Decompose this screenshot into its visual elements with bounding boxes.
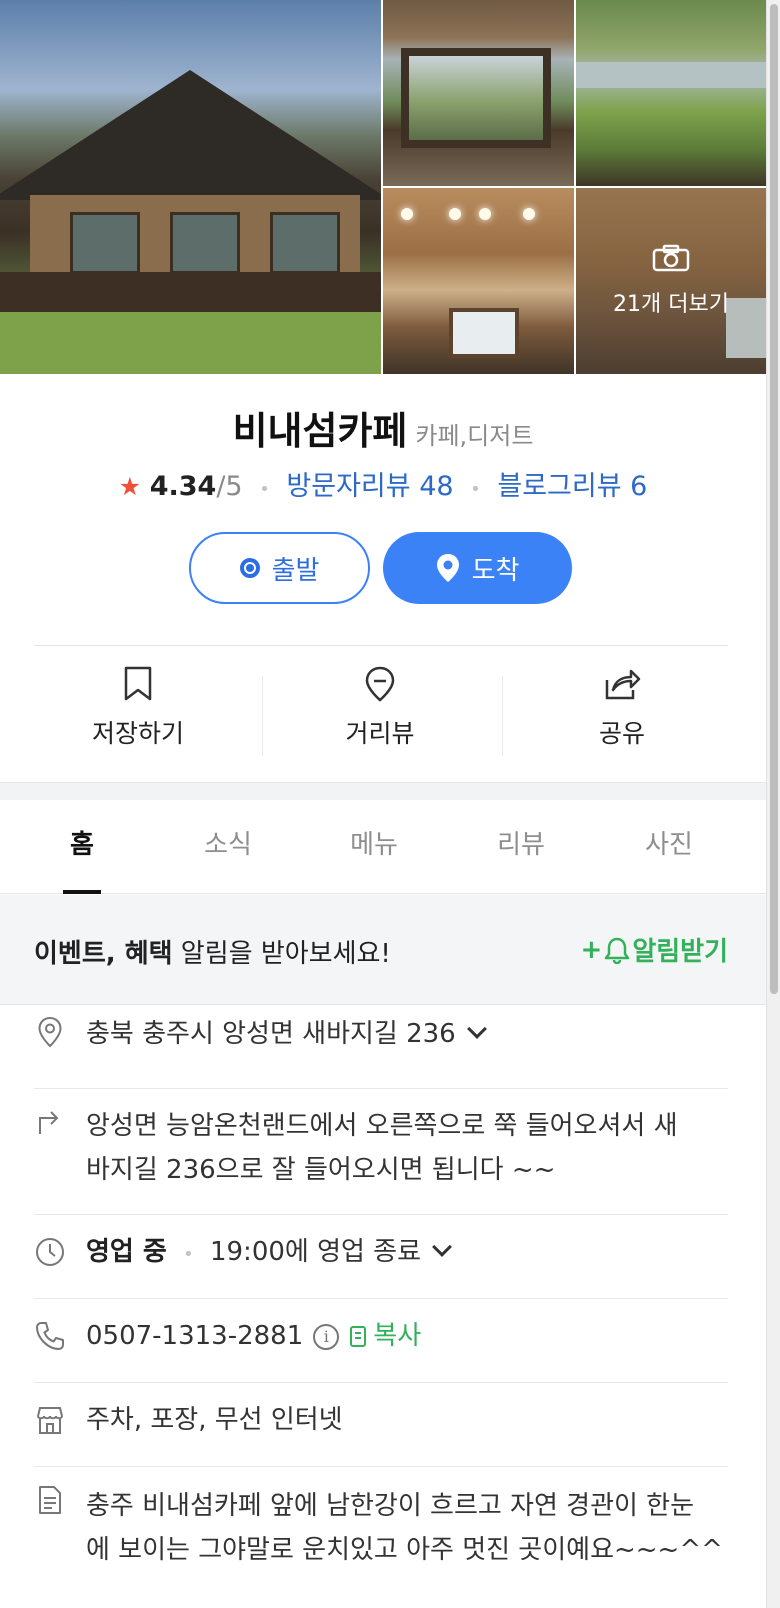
description-line-1: 충주 비내섬카페 앞에 남한강이 흐르고 자연 경관이 한눈 — [86, 1491, 695, 1521]
separator-dot: • — [183, 1244, 194, 1265]
place-title-row: 비내섬카페 카페,디저트 — [0, 400, 766, 455]
scrollbar-thumb[interactable] — [770, 4, 778, 994]
camera-icon — [652, 244, 690, 272]
alarm-button-label: 알림받기 — [632, 937, 728, 967]
tab-news[interactable]: 소식 — [158, 800, 298, 894]
active-tab-indicator — [63, 890, 101, 894]
directions-line-1: 앙성면 능암온천랜드에서 오른쪽으로 쭉 들어오셔서 새 — [86, 1111, 678, 1141]
rating-row: ★ 4.34/5 • 방문자리뷰 48 • 블로그리뷰 6 — [0, 464, 766, 503]
store-icon — [37, 1407, 63, 1434]
location-icon — [38, 1016, 62, 1048]
alarm-subscribe-button[interactable]: + 알림받기 — [581, 931, 728, 968]
blog-review-link[interactable]: 블로그리뷰 6 — [497, 471, 647, 502]
rating-max: /5 — [216, 471, 243, 502]
chevron-down-icon[interactable] — [466, 1019, 487, 1039]
copy-button[interactable]: 복사 — [349, 1321, 421, 1351]
document-icon — [39, 1486, 61, 1514]
hours-row: 영업 중 • 19:00에 영업 종료 — [34, 1230, 728, 1294]
phone-row: 0507-1313-2881 i 복사 — [34, 1314, 728, 1378]
row-separator — [34, 1466, 728, 1467]
row-separator — [34, 1298, 728, 1299]
streetview-button[interactable]: 거리뷰 — [280, 666, 480, 750]
directions-row: 앙성면 능암온천랜드에서 오른쪽으로 쭉 들어오셔서 새 바지길 236으로 잘… — [34, 1096, 728, 1212]
bookmark-icon — [124, 666, 152, 701]
separator-dot: • — [470, 479, 481, 500]
row-separator — [34, 1382, 728, 1383]
save-button[interactable]: 저장하기 — [38, 666, 238, 750]
chevron-down-icon[interactable] — [432, 1237, 452, 1257]
share-icon — [605, 669, 641, 700]
description-line-2: 에 보이는 그야말로 운치있고 아주 멋진 곳이예요~~~^^ — [86, 1535, 723, 1565]
origin-dot-icon — [239, 558, 260, 578]
save-label: 저장하기 — [91, 719, 184, 748]
streetview-label: 거리뷰 — [345, 719, 415, 748]
row-separator — [34, 1088, 728, 1089]
open-status: 영업 중 — [86, 1237, 167, 1267]
section-gap — [0, 782, 766, 800]
tab-bar: 홈 소식 메뉴 리뷰 사진 — [0, 800, 766, 894]
alarm-banner: 이벤트, 혜택 알림을 받아보세요! + 알림받기 — [0, 895, 766, 1005]
tab-home[interactable]: 홈 — [12, 800, 152, 894]
depart-button[interactable]: 출발 — [189, 532, 370, 604]
arrive-label: 도착 — [471, 555, 520, 586]
phone-number[interactable]: 0507-1313-2881 — [86, 1321, 303, 1351]
clock-icon — [36, 1238, 64, 1266]
bell-icon — [605, 937, 630, 964]
tab-review[interactable]: 리뷰 — [451, 800, 591, 894]
directions-line-2: 바지길 236으로 잘 들어오시면 됩니다 ~~ — [86, 1155, 556, 1185]
streetview-icon — [365, 666, 395, 702]
row-separator — [34, 1214, 728, 1215]
description-row: 충주 비내섬카페 앞에 남한강이 흐르고 자연 경관이 한눈 에 보이는 그야말… — [34, 1476, 728, 1592]
separator-dot: • — [259, 479, 270, 500]
depart-label: 출발 — [271, 555, 320, 586]
info-icon[interactable]: i — [313, 1323, 340, 1350]
alarm-message: 이벤트, 혜택 알림을 받아보세요! — [34, 933, 391, 970]
gallery-more-overlay[interactable] — [576, 188, 766, 374]
plus-sign: + — [580, 934, 603, 965]
amenities-text: 주차, 포장, 무선 인터넷 — [86, 1405, 343, 1435]
photo-gallery: 21개 더보기 — [0, 0, 766, 374]
gallery-photo-3[interactable] — [576, 0, 766, 186]
copy-icon — [350, 1325, 367, 1347]
phone-icon — [36, 1322, 64, 1350]
visitor-review-link[interactable]: 방문자리뷰 48 — [286, 471, 453, 502]
action-bar: 저장하기 거리뷰 공유 — [0, 646, 766, 780]
vertical-scrollbar[interactable] — [766, 0, 780, 1608]
copy-label: 복사 — [373, 1321, 422, 1351]
share-label: 공유 — [598, 719, 645, 748]
gallery-photo-4[interactable] — [383, 188, 574, 374]
pin-icon — [436, 554, 459, 582]
amenities-row: 주차, 포장, 무선 인터넷 — [34, 1398, 728, 1462]
star-icon: ★ — [118, 472, 142, 501]
arrive-button[interactable]: 도착 — [383, 532, 572, 604]
address-text: 충북 충주시 앙성면 새바지길 236 — [86, 1019, 456, 1049]
place-category: 카페,디저트 — [415, 422, 534, 450]
alarm-bold-text: 이벤트, 혜택 — [34, 939, 173, 969]
gallery-photo-2[interactable] — [383, 0, 574, 186]
action-divider — [262, 676, 263, 756]
tab-photo[interactable]: 사진 — [599, 800, 739, 894]
address-row: 충북 충주시 앙성면 새바지길 236 — [34, 1012, 728, 1076]
place-name: 비내섬카페 — [232, 409, 408, 453]
rating-score: 4.34 — [149, 471, 217, 502]
place-detail-page: 21개 더보기 비내섬카페 카페,디저트 ★ 4.34/5 • 방문자리뷰 48 … — [0, 0, 766, 1608]
share-button[interactable]: 공유 — [522, 666, 722, 750]
action-divider — [502, 676, 503, 756]
gallery-photo-main[interactable] — [0, 0, 381, 374]
tab-menu[interactable]: 메뉴 — [304, 800, 444, 894]
gallery-more-label[interactable]: 21개 더보기 — [576, 286, 766, 318]
closing-time: 19:00에 영업 종료 — [209, 1237, 422, 1267]
alarm-text: 알림을 받아보세요! — [172, 939, 391, 969]
directions-icon — [39, 1111, 59, 1134]
